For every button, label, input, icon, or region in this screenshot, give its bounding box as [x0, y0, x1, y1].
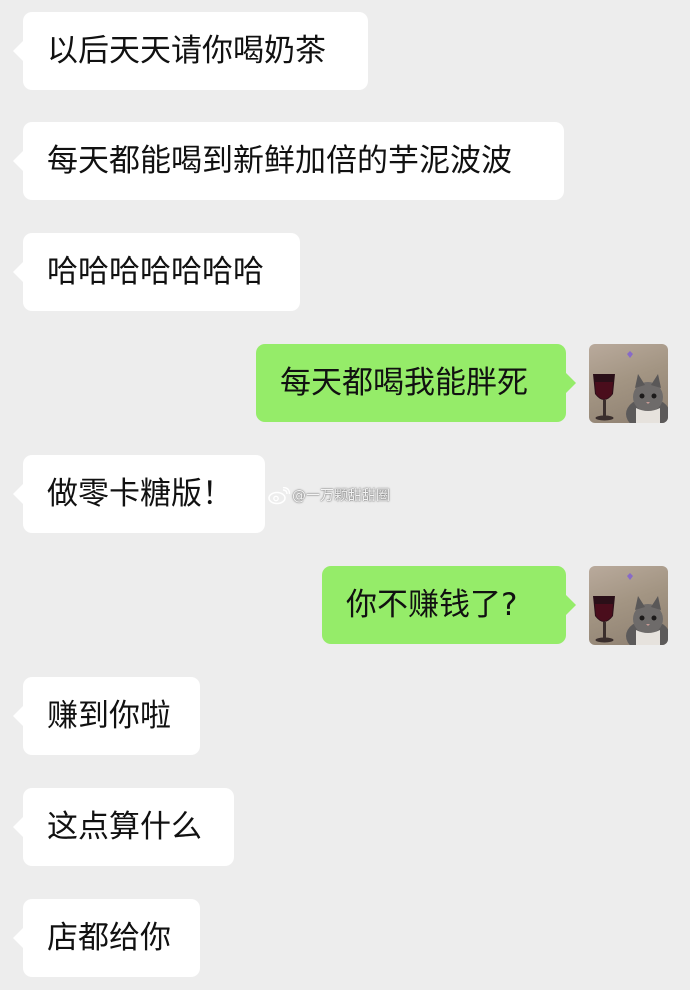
incoming-message[interactable]: 赚到你啦 — [13, 677, 200, 755]
weibo-icon — [268, 487, 290, 505]
user-avatar[interactable] — [589, 566, 668, 645]
incoming-message[interactable]: 每天都能喝到新鲜加倍的芋泥波波 — [13, 122, 564, 200]
user-avatar[interactable] — [589, 344, 668, 423]
outgoing-message[interactable]: 每天都喝我能胖死 — [256, 344, 576, 422]
watermark-handle: @一万颗甜甜圈 — [292, 488, 390, 504]
incoming-message[interactable]: 以后天天请你喝奶茶 — [13, 12, 368, 90]
incoming-message[interactable]: 哈哈哈哈哈哈哈 — [13, 233, 300, 311]
incoming-message[interactable]: 做零卡糖版！ — [13, 455, 265, 533]
outgoing-message[interactable]: 你不赚钱了? — [322, 566, 576, 644]
cat-with-wine-glass-avatar — [593, 573, 668, 645]
cat-with-wine-glass-avatar — [593, 351, 668, 423]
weibo-watermark: @一万颗甜甜圈 — [268, 484, 390, 508]
incoming-message[interactable]: 店都给你 — [13, 899, 200, 977]
incoming-message[interactable]: 这点算什么 — [13, 788, 234, 866]
